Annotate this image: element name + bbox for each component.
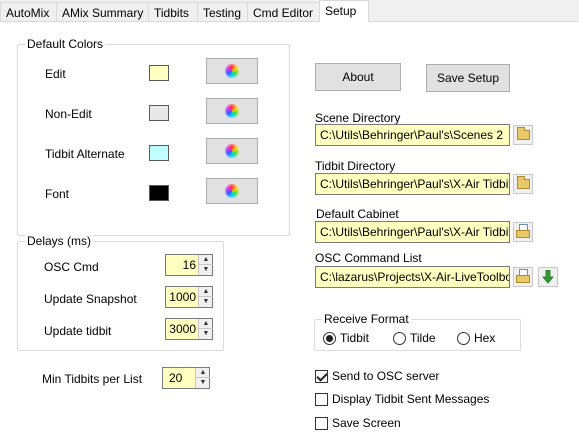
update-snapshot-delay-label: Update Snapshot (44, 292, 137, 306)
update-snapshot-delay-value: 1000 (169, 290, 196, 304)
color-wheel-icon (225, 64, 239, 78)
spin-up-icon[interactable]: ▲ (199, 319, 213, 329)
font-color-label: Font (45, 187, 70, 201)
tab-cmd-editor[interactable]: Cmd Editor (247, 2, 320, 22)
spin-up-icon[interactable]: ▲ (199, 287, 213, 297)
spin-down-icon[interactable]: ▼ (199, 265, 213, 275)
osc-command-list-label: OSC Command List (315, 251, 422, 265)
non-edit-color-label: Non-Edit (45, 107, 92, 121)
update-tidbit-delay-value: 3000 (169, 322, 196, 336)
save-screen-checkbox[interactable] (315, 417, 328, 430)
delays-group: Delays (ms) OSC Cmd 16 ▲ ▼ Update Snapsho… (17, 234, 224, 351)
osc-command-list-field[interactable]: C:\lazarus\Projects\X-Air-LiveToolbox (315, 266, 510, 288)
tilde-radio[interactable] (393, 332, 406, 345)
update-snapshot-delay-stepper[interactable]: 1000 ▲ ▼ (165, 286, 213, 308)
spin-down-icon[interactable]: ▼ (196, 378, 210, 388)
edit-color-label: Edit (45, 67, 66, 81)
color-wheel-icon (225, 184, 239, 198)
delays-title: Delays (ms) (25, 234, 94, 248)
spin-up-icon[interactable]: ▲ (199, 255, 213, 265)
save-setup-button[interactable]: Save Setup (426, 64, 510, 92)
min-tidbits-label: Min Tidbits per List (42, 372, 143, 386)
tab-automix[interactable]: AutoMix (0, 2, 57, 22)
scene-directory-label: Scene Directory (315, 111, 401, 125)
font-color-picker-button[interactable] (206, 178, 258, 204)
font-color-swatch (149, 185, 169, 201)
green-down-arrow-icon (542, 270, 554, 284)
tidbit-radio[interactable] (323, 332, 336, 345)
receive-format-title: Receive Format (322, 312, 411, 326)
send-to-osc-server-label: Send to OSC server (332, 369, 440, 383)
hex-radio-label: Hex (474, 331, 496, 345)
folder-document-icon (516, 224, 530, 238)
default-colors-title: Default Colors (25, 37, 106, 51)
tidbit-directory-field[interactable]: C:\Utils\Behringer\Paul's\X-Air Tidbits (315, 173, 510, 195)
default-cabinet-browse-button[interactable] (513, 222, 533, 242)
setup-panel: Default Colors Edit Non-Edit Tidbit Alte… (0, 22, 579, 448)
update-tidbit-delay-stepper[interactable]: 3000 ▲ ▼ (165, 318, 213, 340)
color-wheel-icon (225, 144, 239, 158)
receive-format-group: Receive Format Tidbit Tilde Hex (314, 312, 521, 351)
color-wheel-icon (225, 104, 239, 118)
non-edit-color-swatch (149, 105, 169, 121)
hex-radio[interactable] (457, 332, 470, 345)
spin-up-icon[interactable]: ▲ (196, 368, 210, 378)
scene-directory-browse-button[interactable] (513, 125, 533, 145)
save-screen-label: Save Screen (332, 416, 401, 430)
osc-cmd-delay-value: 16 (182, 258, 196, 272)
tab-tidbits[interactable]: Tidbits (148, 2, 198, 22)
min-tidbits-stepper[interactable]: 20 ▲ ▼ (162, 367, 210, 389)
spin-down-icon[interactable]: ▼ (199, 297, 213, 307)
spin-down-icon[interactable]: ▼ (199, 329, 213, 339)
tab-amix-summary[interactable]: AMix Summary (56, 2, 149, 22)
tab-testing[interactable]: Testing (197, 2, 248, 22)
folder-icon (516, 127, 530, 140)
default-cabinet-label: Default Cabinet (316, 207, 399, 221)
tidbit-radio-label: Tidbit (340, 331, 369, 345)
edit-color-swatch (149, 65, 169, 81)
about-button[interactable]: About (315, 63, 401, 91)
min-tidbits-value: 20 (169, 371, 183, 385)
default-cabinet-field[interactable]: C:\Utils\Behringer\Paul's\X-Air Tidbits (315, 221, 510, 243)
osc-command-list-browse-button[interactable] (513, 267, 533, 287)
osc-cmd-delay-stepper[interactable]: 16 ▲ ▼ (165, 254, 213, 276)
scene-directory-field[interactable]: C:\Utils\Behringer\Paul's\Scenes 2 (315, 124, 510, 146)
edit-color-picker-button[interactable] (206, 58, 258, 84)
non-edit-color-picker-button[interactable] (206, 98, 258, 124)
tab-strip: AutoMix AMix Summary Tidbits Testing Cmd… (0, 0, 579, 22)
default-colors-group: Default Colors Edit Non-Edit Tidbit Alte… (17, 37, 290, 236)
tidbit-directory-browse-button[interactable] (513, 174, 533, 194)
display-tidbit-sent-messages-label: Display Tidbit Sent Messages (332, 392, 490, 406)
tidbit-alternate-color-picker-button[interactable] (206, 138, 258, 164)
folder-document-icon (516, 269, 530, 283)
tidbit-directory-label: Tidbit Directory (315, 159, 396, 173)
tidbit-alternate-color-swatch (149, 145, 169, 161)
send-to-osc-server-checkbox[interactable] (315, 370, 328, 383)
tilde-radio-label: Tilde (410, 331, 436, 345)
display-tidbit-sent-messages-checkbox[interactable] (315, 393, 328, 406)
folder-icon (516, 176, 530, 189)
osc-cmd-delay-label: OSC Cmd (44, 260, 99, 274)
tidbit-alternate-color-label: Tidbit Alternate (45, 147, 125, 161)
update-tidbit-delay-label: Update tidbit (44, 324, 112, 338)
tab-setup[interactable]: Setup (319, 0, 369, 22)
osc-command-list-load-button[interactable] (538, 267, 558, 287)
